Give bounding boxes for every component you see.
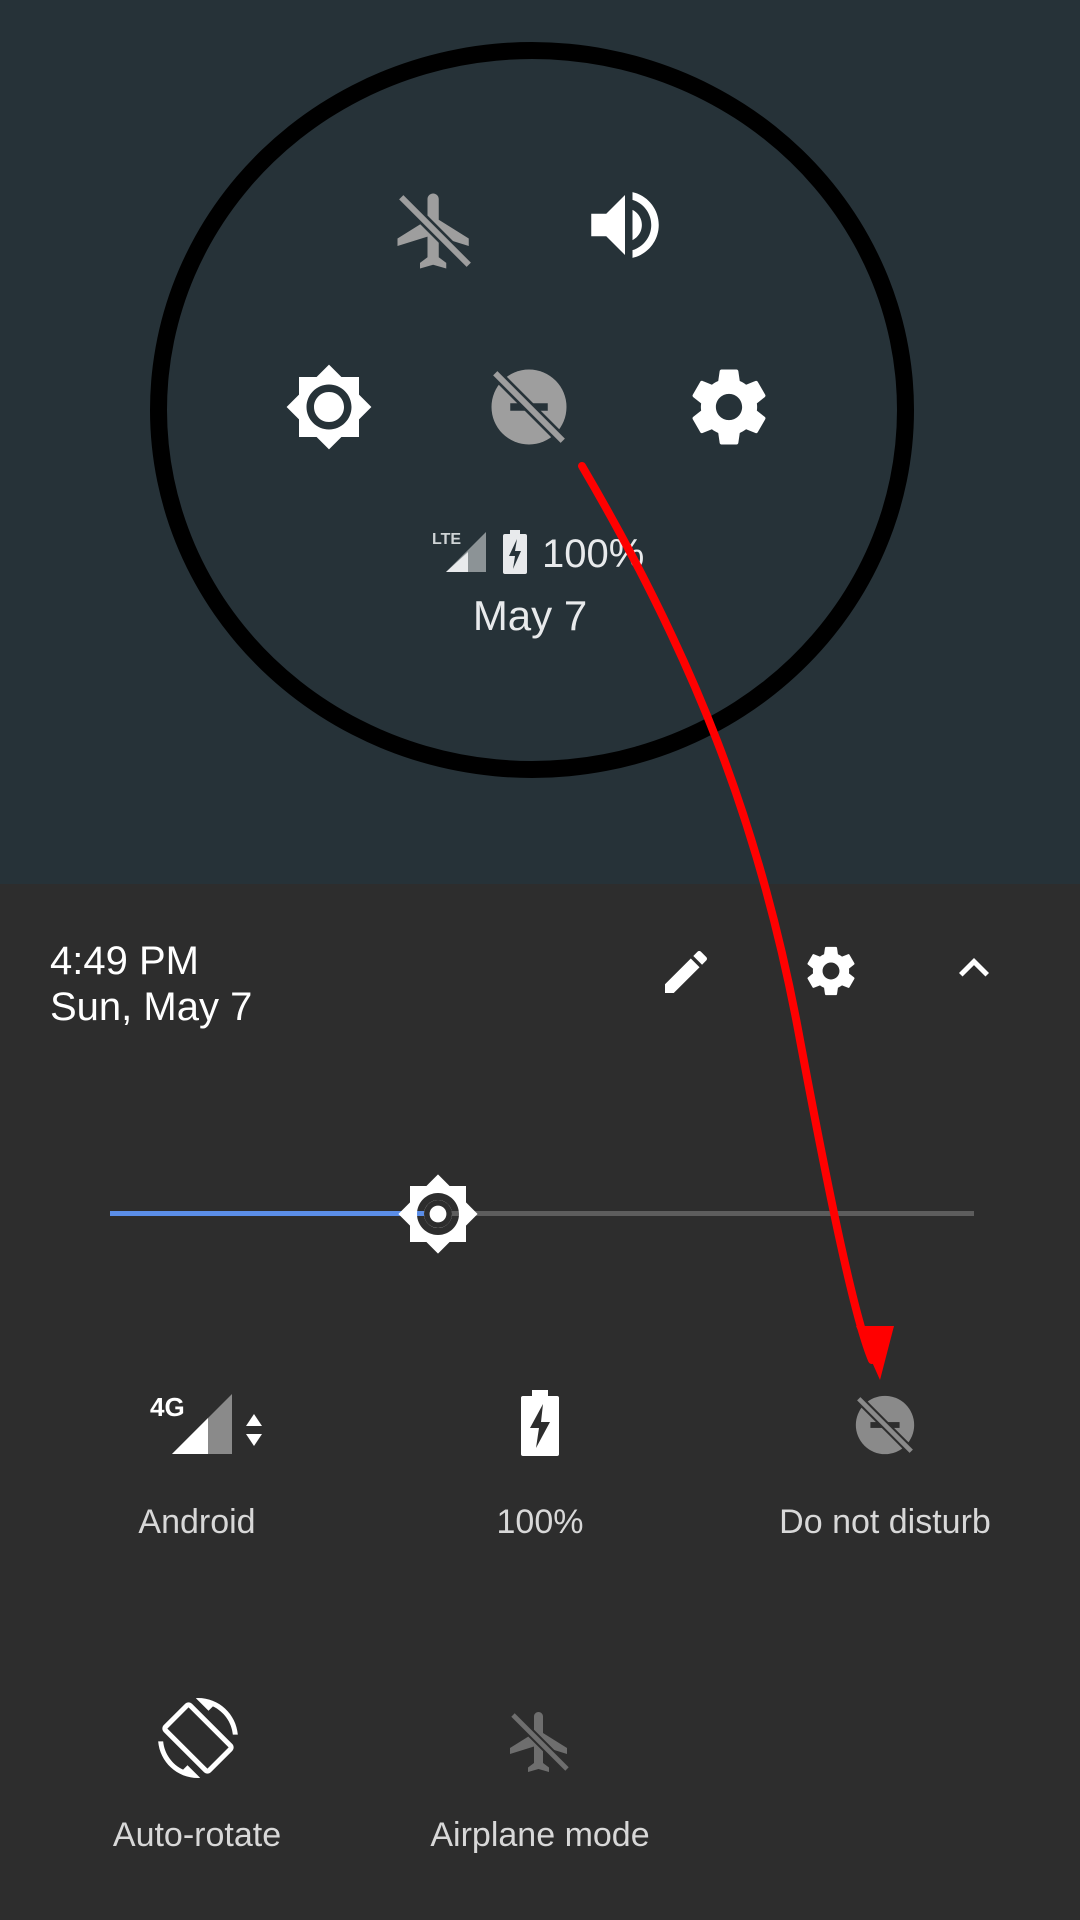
chevron-up-icon[interactable] [944, 938, 1004, 998]
tile-label-auto-rotate[interactable]: Auto-rotate [97, 1816, 297, 1855]
brightness-slider-fill [110, 1211, 438, 1216]
settings-icon[interactable] [802, 942, 860, 1000]
svg-text:LTE: LTE [432, 531, 461, 548]
brightness-slider-thumb[interactable] [396, 1172, 480, 1256]
svg-text:4G: 4G [150, 1392, 185, 1422]
brightness-icon[interactable] [284, 362, 374, 452]
clock-date[interactable]: Sun, May 7 [50, 984, 252, 1030]
settings-icon[interactable] [684, 362, 774, 452]
tile-label-airplane-mode[interactable]: Airplane mode [410, 1816, 670, 1855]
tile-label-battery[interactable]: 100% [440, 1503, 640, 1542]
airplane-icon[interactable] [504, 1706, 576, 1778]
volume-icon[interactable] [580, 180, 670, 270]
battery-charging-icon[interactable] [520, 1390, 560, 1456]
do-not-disturb-icon[interactable] [484, 362, 574, 452]
battery-charging-icon [502, 530, 528, 574]
airplane-icon[interactable] [390, 186, 480, 276]
lte-signal-icon: LTE [432, 528, 488, 574]
mini-battery-percent: 100% [542, 532, 645, 576]
clock-time[interactable]: 4:49 PM [50, 938, 199, 984]
signal-icon[interactable]: 4G [148, 1392, 274, 1456]
tile-label-do-not-disturb[interactable]: Do not disturb [755, 1503, 1015, 1542]
mini-date: May 7 [472, 592, 588, 639]
auto-rotate-icon[interactable] [158, 1698, 238, 1778]
do-not-disturb-icon[interactable] [850, 1390, 920, 1460]
edit-icon[interactable] [658, 944, 714, 1000]
tile-label-android[interactable]: Android [97, 1503, 297, 1542]
